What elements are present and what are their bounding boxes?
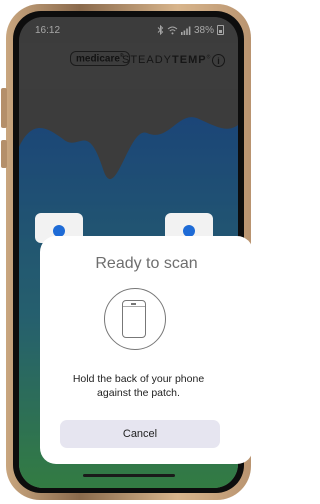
home-indicator[interactable] (83, 474, 175, 477)
volume-button (1, 88, 7, 128)
scan-sheet: Ready to scan Hold the back of your phon… (40, 236, 253, 464)
phone-outline-icon (104, 288, 166, 350)
sheet-message: Hold the back of your phone against the … (72, 373, 205, 399)
side-button (1, 140, 7, 168)
cancel-button[interactable]: Cancel (60, 420, 220, 448)
device-outline (122, 300, 146, 338)
sheet-title: Ready to scan (95, 255, 198, 272)
